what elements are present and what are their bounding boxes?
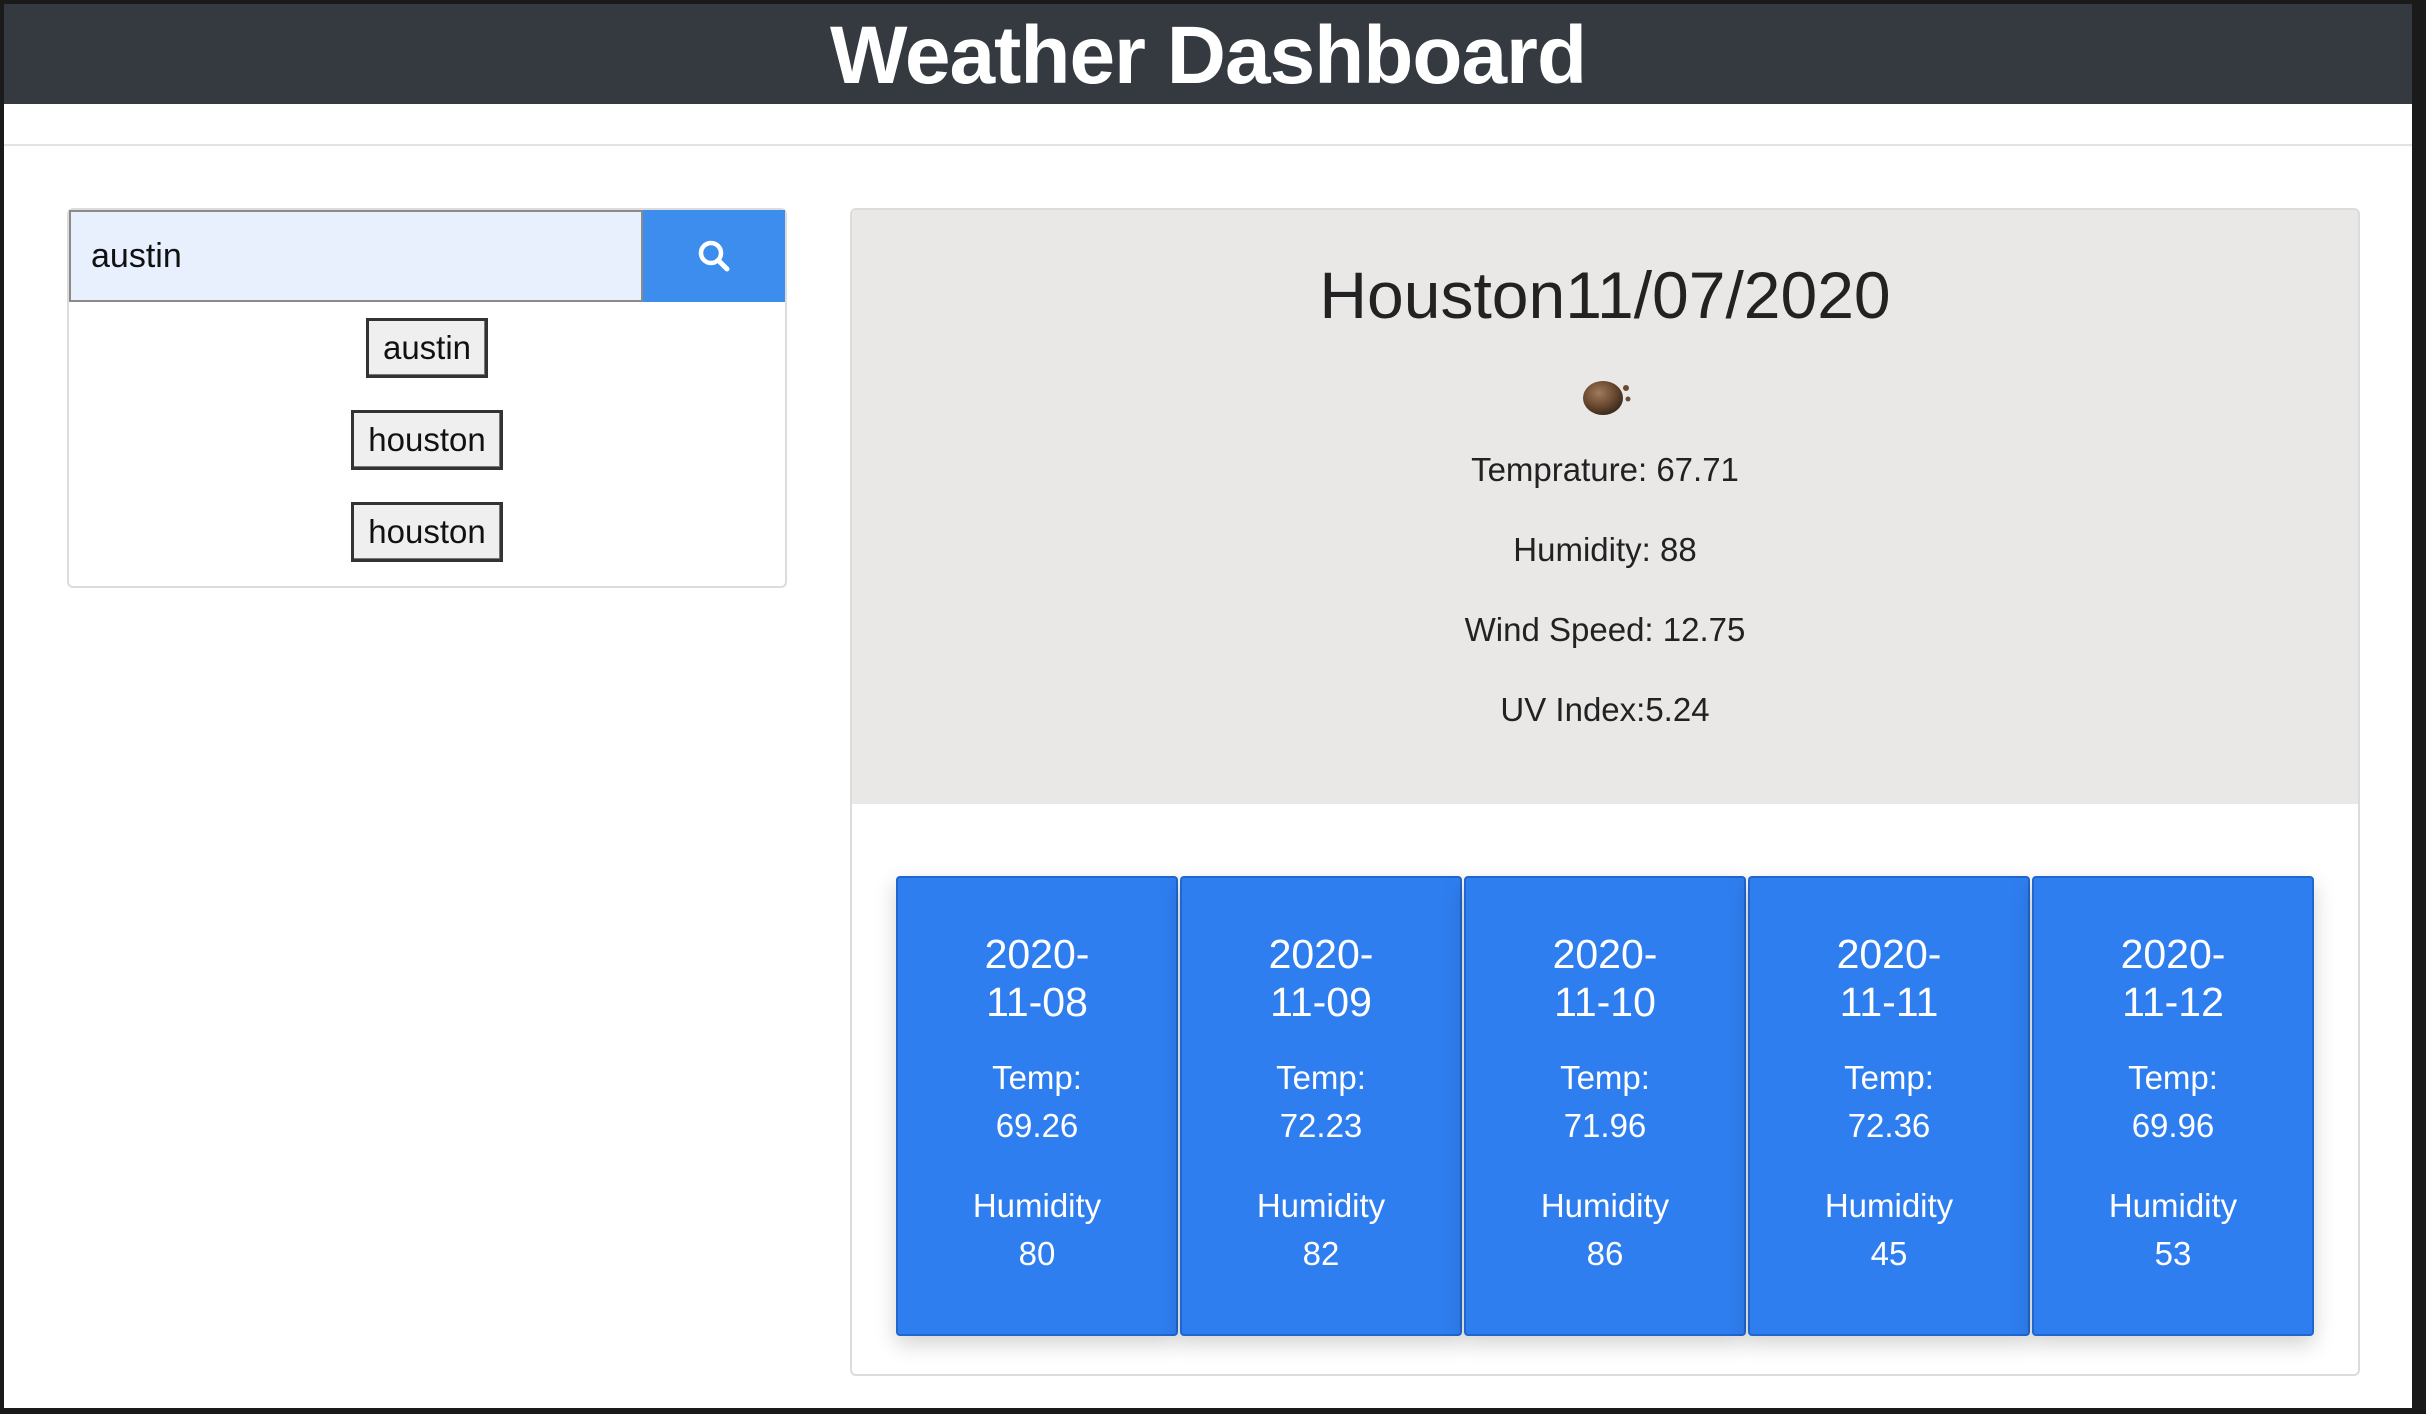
forecast-humidity-value: 80 (1018, 1235, 1056, 1272)
forecast-temp-label: Temp: (1560, 1059, 1650, 1096)
weather-icon (1579, 370, 1635, 420)
forecast-temp-value: 69.26 (995, 1107, 1079, 1144)
forecast-temp-label: Temp: (1844, 1059, 1934, 1096)
weather-panel: Houston11/07/2020 Temprature: 67.71 Humi… (850, 208, 2360, 1376)
history-item-button[interactable]: houston (351, 410, 503, 470)
forecast-date: 2020- 11-08 (984, 931, 1090, 1025)
header-divider (4, 144, 2412, 146)
history-item-button[interactable]: austin (365, 318, 489, 378)
forecast-humidity-value: 53 (2154, 1235, 2192, 1272)
search-icon (698, 240, 730, 272)
browser-frame: Weather Dashboard austin houston houston (0, 0, 2426, 1414)
forecast-date: 2020- 11-09 (1268, 931, 1374, 1025)
forecast-temp-value: 69.96 (2131, 1107, 2215, 1144)
forecast-temp-label: Temp: (992, 1059, 1082, 1096)
forecast-date: 2020- 11-11 (1836, 931, 1942, 1025)
five-day-forecast: 2020- 11-08 Temp: 69.26 Humidity 80 2020-… (896, 876, 2316, 1336)
forecast-card: 2020- 11-11 Temp: 72.36 Humidity 45 (1748, 876, 2030, 1336)
search-row (69, 210, 785, 302)
current-uv-index: UV Index:5.24 (1500, 691, 1710, 728)
current-humidity: Humidity: 88 (1513, 531, 1697, 568)
forecast-card: 2020- 11-09 Temp: 72.23 Humidity 82 (1180, 876, 1462, 1336)
forecast-date: 2020- 11-12 (2120, 931, 2226, 1025)
forecast-humidity-value: 45 (1870, 1235, 1908, 1272)
forecast-temp-label: Temp: (2128, 1059, 2218, 1096)
city-search-input[interactable] (69, 210, 643, 302)
search-history-list: austin houston houston (69, 310, 785, 594)
forecast-card: 2020- 11-08 Temp: 69.26 Humidity 80 (896, 876, 1178, 1336)
forecast-date: 2020- 11-10 (1552, 931, 1658, 1025)
search-button[interactable] (643, 210, 785, 302)
current-weather: Houston11/07/2020 Temprature: 67.71 Humi… (852, 210, 2358, 804)
forecast-card: 2020- 11-10 Temp: 71.96 Humidity 86 (1464, 876, 1746, 1336)
forecast-humidity-label: Humidity (1256, 1187, 1386, 1224)
forecast-temp-value: 71.96 (1563, 1107, 1647, 1144)
forecast-humidity-label: Humidity (2108, 1187, 2238, 1224)
search-panel: austin houston houston (67, 208, 787, 588)
forecast-humidity-label: Humidity (972, 1187, 1102, 1224)
current-city-date: Houston11/07/2020 (1319, 258, 1891, 332)
forecast-temp-value: 72.23 (1279, 1107, 1363, 1144)
forecast-temp-label: Temp: (1276, 1059, 1366, 1096)
forecast-humidity-value: 82 (1302, 1235, 1340, 1272)
page-window: Weather Dashboard austin houston houston (4, 4, 2412, 1408)
forecast-card: 2020- 11-12 Temp: 69.96 Humidity 53 (2032, 876, 2314, 1336)
forecast-humidity-label: Humidity (1824, 1187, 1954, 1224)
page-header: Weather Dashboard (4, 4, 2412, 104)
current-temperature: Temprature: 67.71 (1471, 451, 1739, 488)
page-title: Weather Dashboard (829, 10, 1587, 101)
current-wind-speed: Wind Speed: 12.75 (1464, 611, 1746, 648)
history-item-button[interactable]: houston (351, 502, 503, 562)
forecast-humidity-label: Humidity (1540, 1187, 1670, 1224)
forecast-humidity-value: 86 (1586, 1235, 1624, 1272)
forecast-temp-value: 72.36 (1847, 1107, 1931, 1144)
